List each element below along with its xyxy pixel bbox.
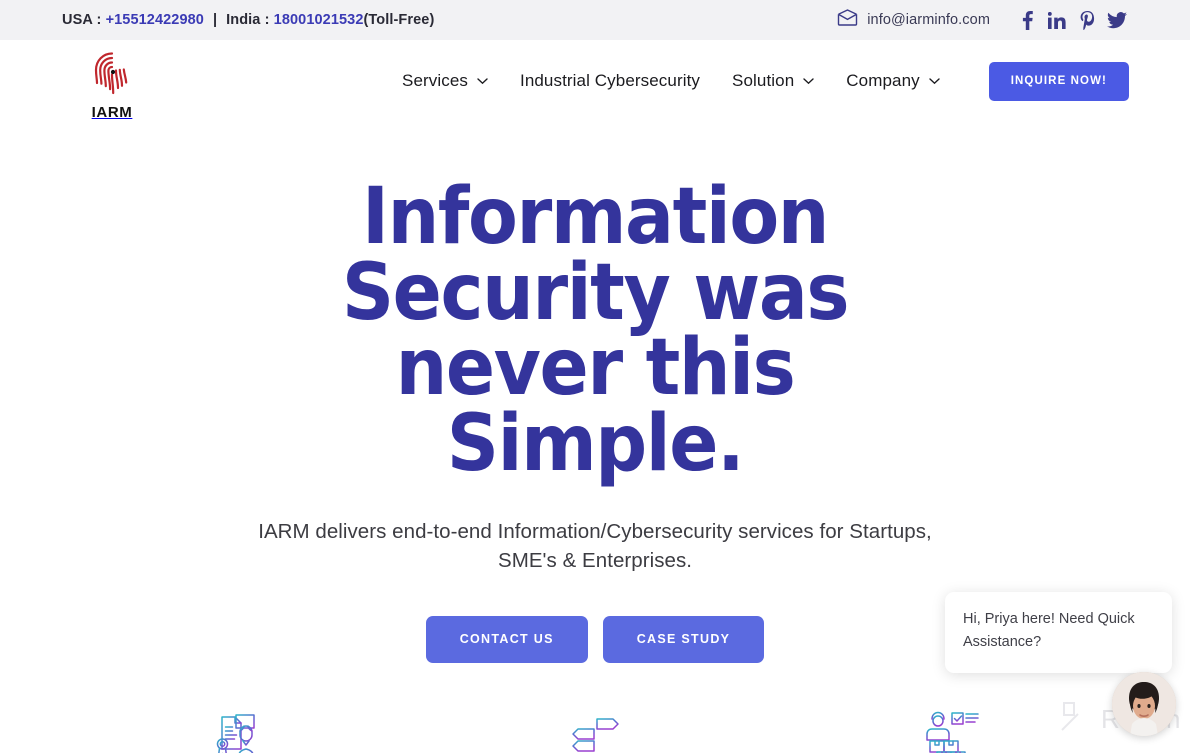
main-navigation: Services Industrial Cybersecurity Soluti… xyxy=(386,71,956,91)
envelope-icon xyxy=(837,9,858,31)
worker-checklist-boxes-icon xyxy=(790,705,1116,753)
linkedin-icon[interactable] xyxy=(1042,11,1072,29)
nav-label: Solution xyxy=(732,71,795,90)
page-root: USA : +15512422980 | India : 18001021532… xyxy=(0,0,1190,753)
feature-card-security-on-paper: Security On Paper Security only on Paper… xyxy=(58,705,416,753)
phone-divider: | xyxy=(212,12,218,28)
nav-label: Services xyxy=(402,71,468,90)
site-header: IARM Services Industrial Cybersecurity S… xyxy=(0,40,1190,122)
signpost-directions-icon xyxy=(432,705,758,753)
contact-us-button[interactable]: CONTACT US xyxy=(425,615,588,663)
fingerprint-logo-icon xyxy=(88,50,136,103)
page-title: Information Security was never this Simp… xyxy=(242,178,949,483)
nav-item-industrial-cybersecurity[interactable]: Industrial Cybersecurity xyxy=(504,71,716,91)
hero-title-line-2: never this Simple. xyxy=(395,323,796,489)
logo-wordmark: IARM xyxy=(91,103,133,121)
chat-agent-avatar[interactable] xyxy=(1112,672,1176,736)
chevron-down-icon xyxy=(477,77,488,84)
usa-phone-link[interactable]: +15512422980 xyxy=(106,12,204,28)
feature-card-existing-way: The Existing Way The Information-Securit… xyxy=(416,705,774,753)
nav-item-company[interactable]: Company xyxy=(830,71,955,91)
certificate-person-icon xyxy=(74,705,400,753)
nav-label: Company xyxy=(846,71,920,90)
inquire-now-button[interactable]: INQUIRE NOW! xyxy=(988,61,1129,101)
india-label: India : xyxy=(226,12,270,28)
pinterest-icon[interactable] xyxy=(1072,10,1102,30)
nav-label: Industrial Cybersecurity xyxy=(520,71,701,90)
hero-section: Information Security was never this Simp… xyxy=(0,122,1190,663)
feature-card-security-assessment: Security A Depend on Ticks and Flicks & … xyxy=(774,705,1132,753)
email-text: info@iarminfo.com xyxy=(867,12,990,28)
feature-cards: Security On Paper Security only on Paper… xyxy=(0,705,1190,753)
nav-item-services[interactable]: Services xyxy=(386,71,504,91)
nav-item-solution[interactable]: Solution xyxy=(716,71,830,91)
twitter-icon[interactable] xyxy=(1102,11,1132,29)
chevron-down-icon xyxy=(803,77,814,84)
top-utility-bar: USA : +15512422980 | India : 18001021532… xyxy=(0,0,1190,40)
contact-phones: USA : +15512422980 | India : 18001021532… xyxy=(62,12,434,28)
india-phone-link[interactable]: 18001021532 xyxy=(274,12,364,28)
chat-greeting-bubble[interactable]: Hi, Priya here! Need Quick Assistance? xyxy=(945,592,1172,673)
usa-label: USA : xyxy=(62,12,102,28)
case-study-button[interactable]: CASE STUDY xyxy=(602,615,765,663)
topbar-right-group: info@iarminfo.com xyxy=(837,9,1132,31)
email-link[interactable]: info@iarminfo.com xyxy=(837,9,990,31)
hero-subtitle: IARM delivers end-to-end Information/Cyb… xyxy=(258,519,932,572)
india-tollfree-note: (Toll-Free) xyxy=(363,12,435,28)
chevron-down-icon xyxy=(929,77,940,84)
site-logo[interactable]: IARM xyxy=(88,50,136,121)
hero-title-line-1: Information Security was xyxy=(341,172,850,338)
facebook-icon[interactable] xyxy=(1012,10,1042,30)
